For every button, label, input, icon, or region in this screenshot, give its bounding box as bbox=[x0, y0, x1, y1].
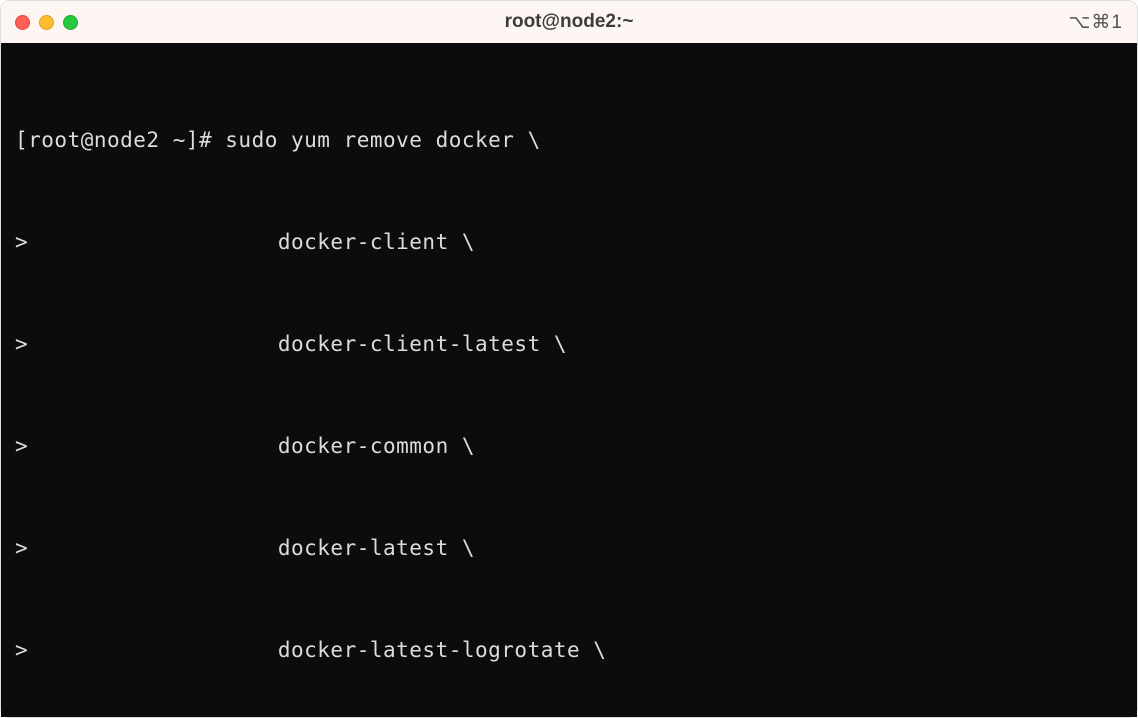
window-shortcut: ⌥⌘1 bbox=[1069, 11, 1123, 34]
terminal-line: [root@node2 ~]# sudo yum remove docker \ bbox=[15, 123, 1123, 157]
minimize-icon[interactable] bbox=[39, 15, 54, 30]
maximize-icon[interactable] bbox=[63, 15, 78, 30]
close-icon[interactable] bbox=[15, 15, 30, 30]
window-title: root@node2:~ bbox=[1, 11, 1137, 33]
traffic-lights bbox=[15, 15, 78, 30]
terminal-area[interactable]: [root@node2 ~]# sudo yum remove docker \… bbox=[1, 43, 1137, 717]
terminal-line: > docker-latest \ bbox=[15, 531, 1123, 565]
terminal-line: > docker-latest-logrotate \ bbox=[15, 633, 1123, 667]
titlebar: root@node2:~ ⌥⌘1 bbox=[1, 1, 1137, 43]
terminal-line: > docker-client \ bbox=[15, 225, 1123, 259]
terminal-line: > docker-client-latest \ bbox=[15, 327, 1123, 361]
terminal-line: > docker-common \ bbox=[15, 429, 1123, 463]
